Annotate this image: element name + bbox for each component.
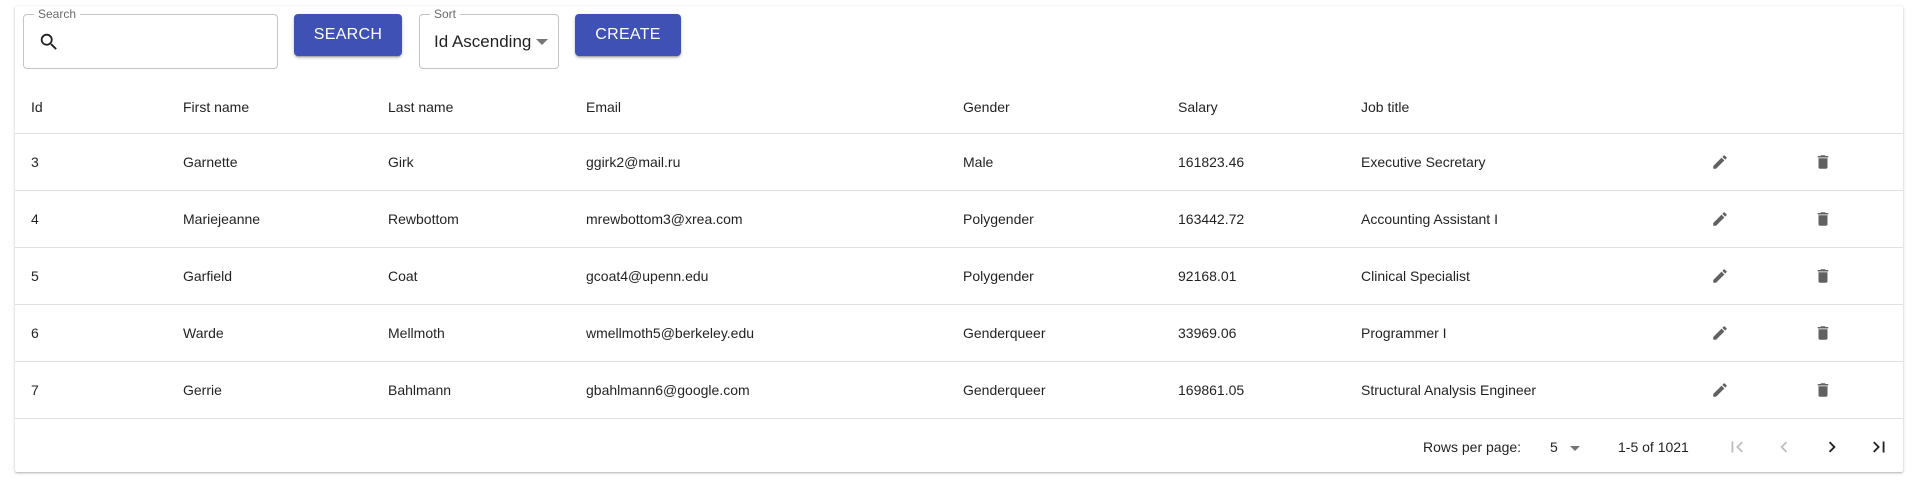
delete-icon[interactable]: [1811, 264, 1835, 288]
cell-job-title: Programmer I: [1345, 304, 1692, 362]
rows-per-page-value: 5: [1550, 439, 1558, 455]
delete-icon[interactable]: [1811, 150, 1835, 174]
edit-icon[interactable]: [1708, 321, 1732, 345]
column-header-last-name: Last name: [372, 80, 570, 134]
column-header-id: Id: [15, 80, 167, 134]
caret-down-icon: [1569, 445, 1580, 451]
column-header-edit: [1692, 80, 1795, 134]
cell-email: mrewbottom3@xrea.com: [570, 190, 947, 248]
toolbar: Search SEARCH Sort Id Ascending CREATE: [15, 6, 1903, 80]
cell-last-name: Girk: [372, 133, 570, 191]
last-page-icon[interactable]: [1867, 435, 1891, 459]
sort-select-value: Id Ascending: [434, 32, 532, 51]
cell-email: ggirk2@mail.ru: [570, 133, 947, 191]
cell-id: 6: [15, 304, 167, 362]
edit-icon[interactable]: [1708, 264, 1732, 288]
cell-salary: 161823.46: [1162, 133, 1345, 191]
create-button[interactable]: CREATE: [575, 14, 681, 56]
cell-id: 4: [15, 190, 167, 248]
sort-select-label: Sort: [430, 6, 461, 22]
column-header-gender: Gender: [947, 80, 1162, 134]
cell-gender: Polygender: [947, 247, 1162, 305]
cell-email: gbahlmann6@google.com: [570, 361, 947, 419]
cell-job-title: Clinical Specialist: [1345, 247, 1692, 305]
search-input[interactable]: [70, 23, 269, 63]
cell-first-name: Mariejeanne: [167, 190, 372, 248]
cell-first-name: Garfield: [167, 247, 372, 305]
cell-last-name: Mellmoth: [372, 304, 570, 362]
cell-first-name: Gerrie: [167, 361, 372, 419]
caret-down-icon: [536, 39, 548, 45]
table-row: 4 Mariejeanne Rewbottom mrewbottom3@xrea…: [15, 190, 1903, 248]
pagination-range: 1-5 of 1021: [1618, 439, 1689, 455]
cell-id: 7: [15, 361, 167, 419]
cell-job-title: Structural Analysis Engineer: [1345, 361, 1692, 419]
cell-gender: Polygender: [947, 190, 1162, 248]
edit-icon[interactable]: [1708, 378, 1732, 402]
previous-page-icon[interactable]: [1772, 435, 1796, 459]
search-icon: [38, 31, 60, 53]
sort-select[interactable]: Sort Id Ascending: [419, 6, 559, 69]
column-header-first-name: First name: [167, 80, 372, 134]
cell-last-name: Bahlmann: [372, 361, 570, 419]
rows-per-page-label: Rows per page:: [1423, 439, 1522, 455]
next-page-icon[interactable]: [1820, 435, 1844, 459]
cell-gender: Genderqueer: [947, 304, 1162, 362]
search-field-label: Search: [34, 6, 81, 22]
edit-icon[interactable]: [1708, 150, 1732, 174]
pagination: Rows per page: 5 1-5 of 1021: [15, 422, 1903, 472]
table-row: 7 Gerrie Bahlmann gbahlmann6@google.com …: [15, 361, 1903, 419]
cell-salary: 163442.72: [1162, 190, 1345, 248]
search-button[interactable]: SEARCH: [294, 14, 402, 56]
first-page-icon[interactable]: [1725, 435, 1749, 459]
employees-table: Id First name Last name Email Gender Sal…: [15, 80, 1903, 419]
cell-last-name: Rewbottom: [372, 190, 570, 248]
delete-icon[interactable]: [1811, 378, 1835, 402]
cell-first-name: Garnette: [167, 133, 372, 191]
table-row: 5 Garfield Coat gcoat4@upenn.edu Polygen…: [15, 247, 1903, 305]
cell-first-name: Warde: [167, 304, 372, 362]
column-header-salary: Salary: [1162, 80, 1345, 134]
cell-gender: Genderqueer: [947, 361, 1162, 419]
cell-job-title: Accounting Assistant I: [1345, 190, 1692, 248]
cell-id: 5: [15, 247, 167, 305]
table-row: 3 Garnette Girk ggirk2@mail.ru Male 1618…: [15, 133, 1903, 191]
cell-last-name: Coat: [372, 247, 570, 305]
table-row: 6 Warde Mellmoth wmellmoth5@berkeley.edu…: [15, 304, 1903, 362]
cell-job-title: Executive Secretary: [1345, 133, 1692, 191]
delete-icon[interactable]: [1811, 321, 1835, 345]
cell-email: gcoat4@upenn.edu: [570, 247, 947, 305]
cell-id: 3: [15, 133, 167, 191]
cell-salary: 92168.01: [1162, 247, 1345, 305]
search-field[interactable]: Search: [23, 6, 278, 69]
delete-icon[interactable]: [1811, 207, 1835, 231]
column-header-job-title: Job title: [1345, 80, 1692, 134]
edit-icon[interactable]: [1708, 207, 1732, 231]
column-header-delete: [1795, 80, 1903, 134]
cell-salary: 169861.05: [1162, 361, 1345, 419]
data-grid-panel: Search SEARCH Sort Id Ascending CREATE I…: [15, 6, 1903, 472]
rows-per-page-select[interactable]: 5: [1550, 439, 1580, 455]
column-header-email: Email: [570, 80, 947, 134]
cell-gender: Male: [947, 133, 1162, 191]
table-header-row: Id First name Last name Email Gender Sal…: [15, 80, 1903, 134]
cell-email: wmellmoth5@berkeley.edu: [570, 304, 947, 362]
cell-salary: 33969.06: [1162, 304, 1345, 362]
